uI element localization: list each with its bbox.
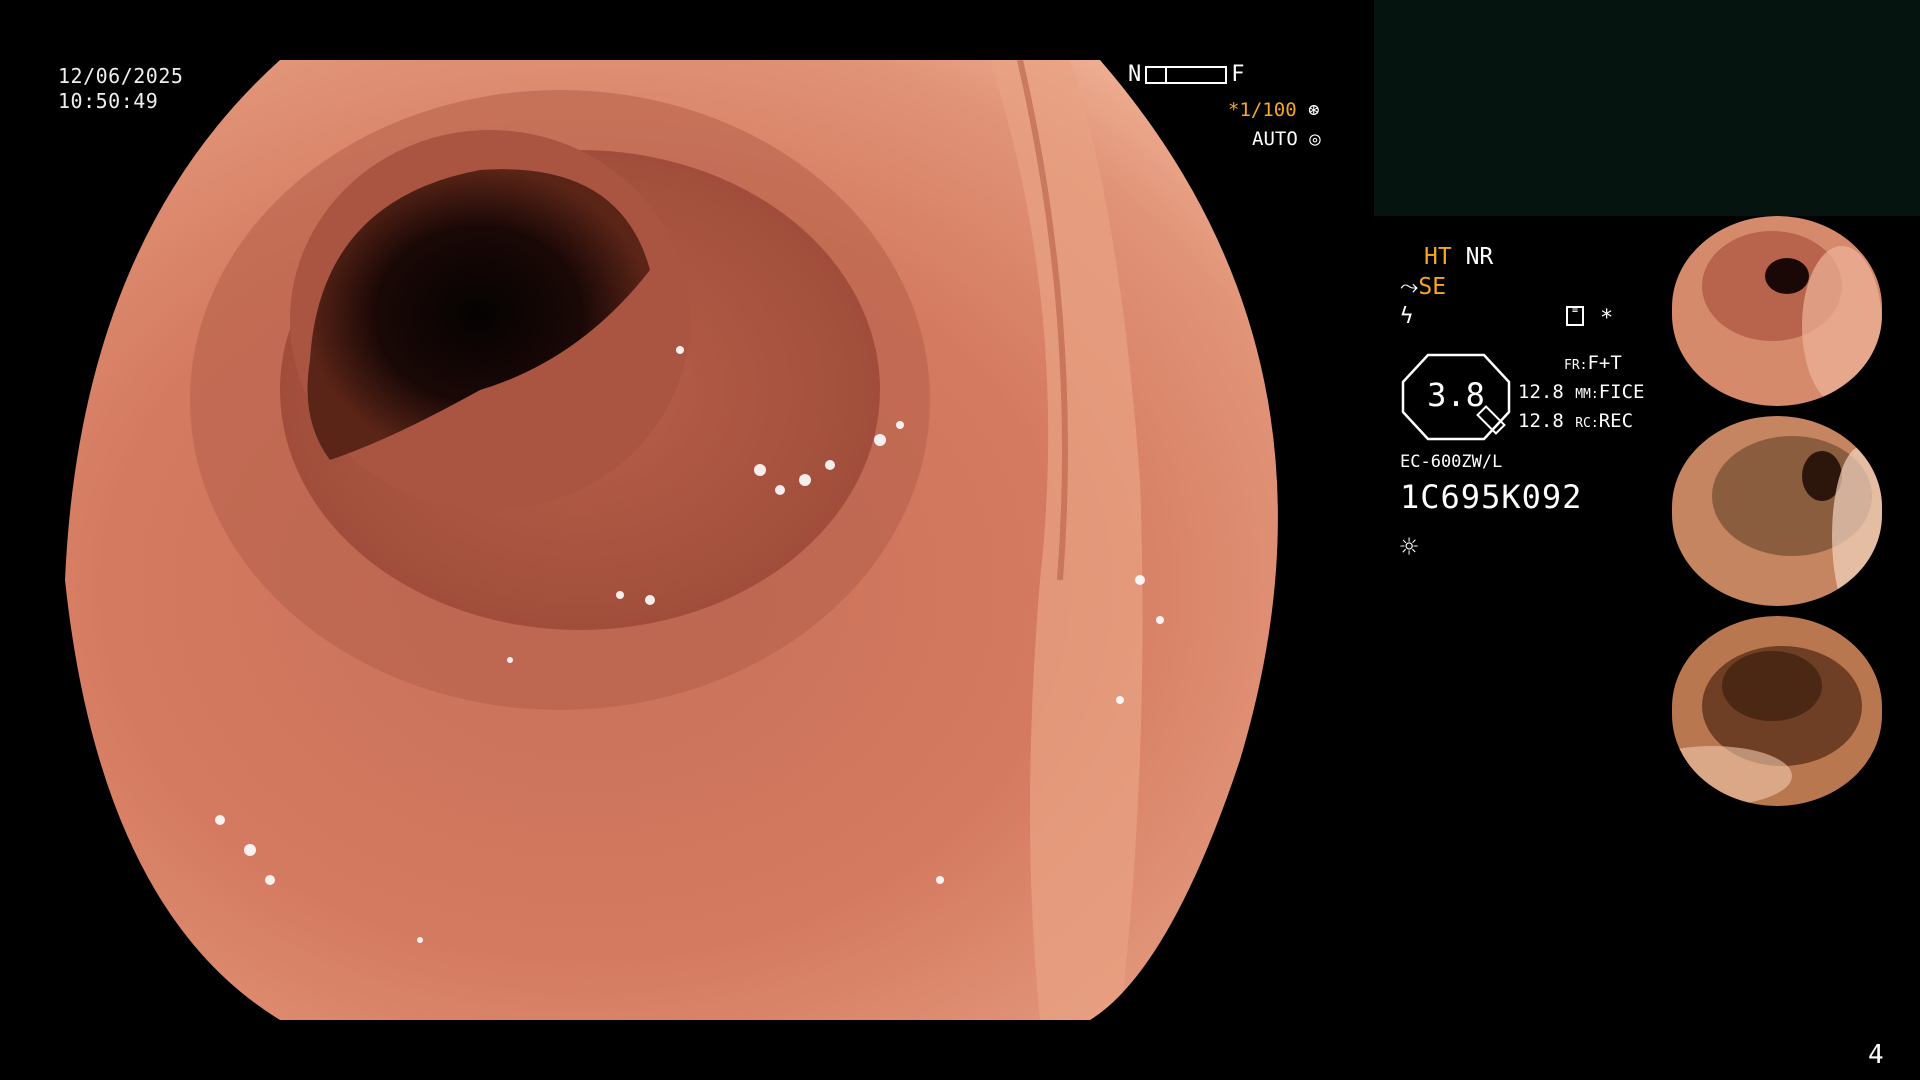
endoscope-main-view xyxy=(65,60,1278,1020)
enhancement-value: 3.8 xyxy=(1427,376,1485,414)
se-status: ⤳SE xyxy=(1400,274,1446,300)
nr-label: NR xyxy=(1465,244,1494,270)
mm-value: FICE xyxy=(1598,381,1645,403)
aperture-icon: ⊛ xyxy=(1308,99,1320,121)
iris-mode-text: AUTO xyxy=(1252,128,1298,150)
near-far-bar xyxy=(1145,65,1228,84)
rc-value: REC xyxy=(1598,410,1634,432)
shutter-speed: *1/100 ⊛ xyxy=(1228,99,1320,121)
far-label: F xyxy=(1231,62,1245,87)
info-panel-background xyxy=(1374,0,1920,216)
shutter-text: *1/100 xyxy=(1228,99,1297,121)
mm-key: MM: xyxy=(1575,387,1599,402)
star-icon: * xyxy=(1600,306,1614,331)
thumbnail-3[interactable] xyxy=(1672,616,1882,806)
near-label: N xyxy=(1128,62,1142,87)
lightning-icon: ϟ xyxy=(1400,304,1414,329)
fr-value: F+T xyxy=(1587,352,1622,374)
brightness-icon: ☼ xyxy=(1400,530,1419,565)
rc-num: 12.8 xyxy=(1518,410,1564,432)
menu-icon: ≡ xyxy=(1566,306,1584,326)
time-text: 10:50:49 xyxy=(58,89,159,113)
datetime-display: 12/06/2025 10:50:49 xyxy=(58,64,183,114)
imaging-params: FR:F+T 12.8 MM:FICE 12.8 RC:REC xyxy=(1518,350,1644,437)
rc-key: RC: xyxy=(1575,416,1599,431)
thumbnail-2[interactable] xyxy=(1672,416,1882,606)
ht-nr-status: HT NR xyxy=(1424,244,1493,270)
near-far-indicator: N F xyxy=(1128,62,1245,87)
scope-model: EC-600ZW/L xyxy=(1400,452,1503,472)
iris-icon: ◎ xyxy=(1309,128,1321,150)
ht-label: HT xyxy=(1424,244,1452,270)
scope-tip-icon: ⤳ xyxy=(1400,274,1419,300)
page-number: 4 xyxy=(1868,1040,1884,1070)
iris-mode: AUTO ◎ xyxy=(1252,128,1321,150)
thumbnail-1[interactable] xyxy=(1672,216,1882,406)
mm-num: 12.8 xyxy=(1518,381,1564,403)
se-label: SE xyxy=(1418,274,1447,300)
fr-key: FR: xyxy=(1564,358,1588,373)
scope-serial: 1C695K092 xyxy=(1400,478,1583,516)
date-text: 12/06/2025 xyxy=(58,64,184,88)
